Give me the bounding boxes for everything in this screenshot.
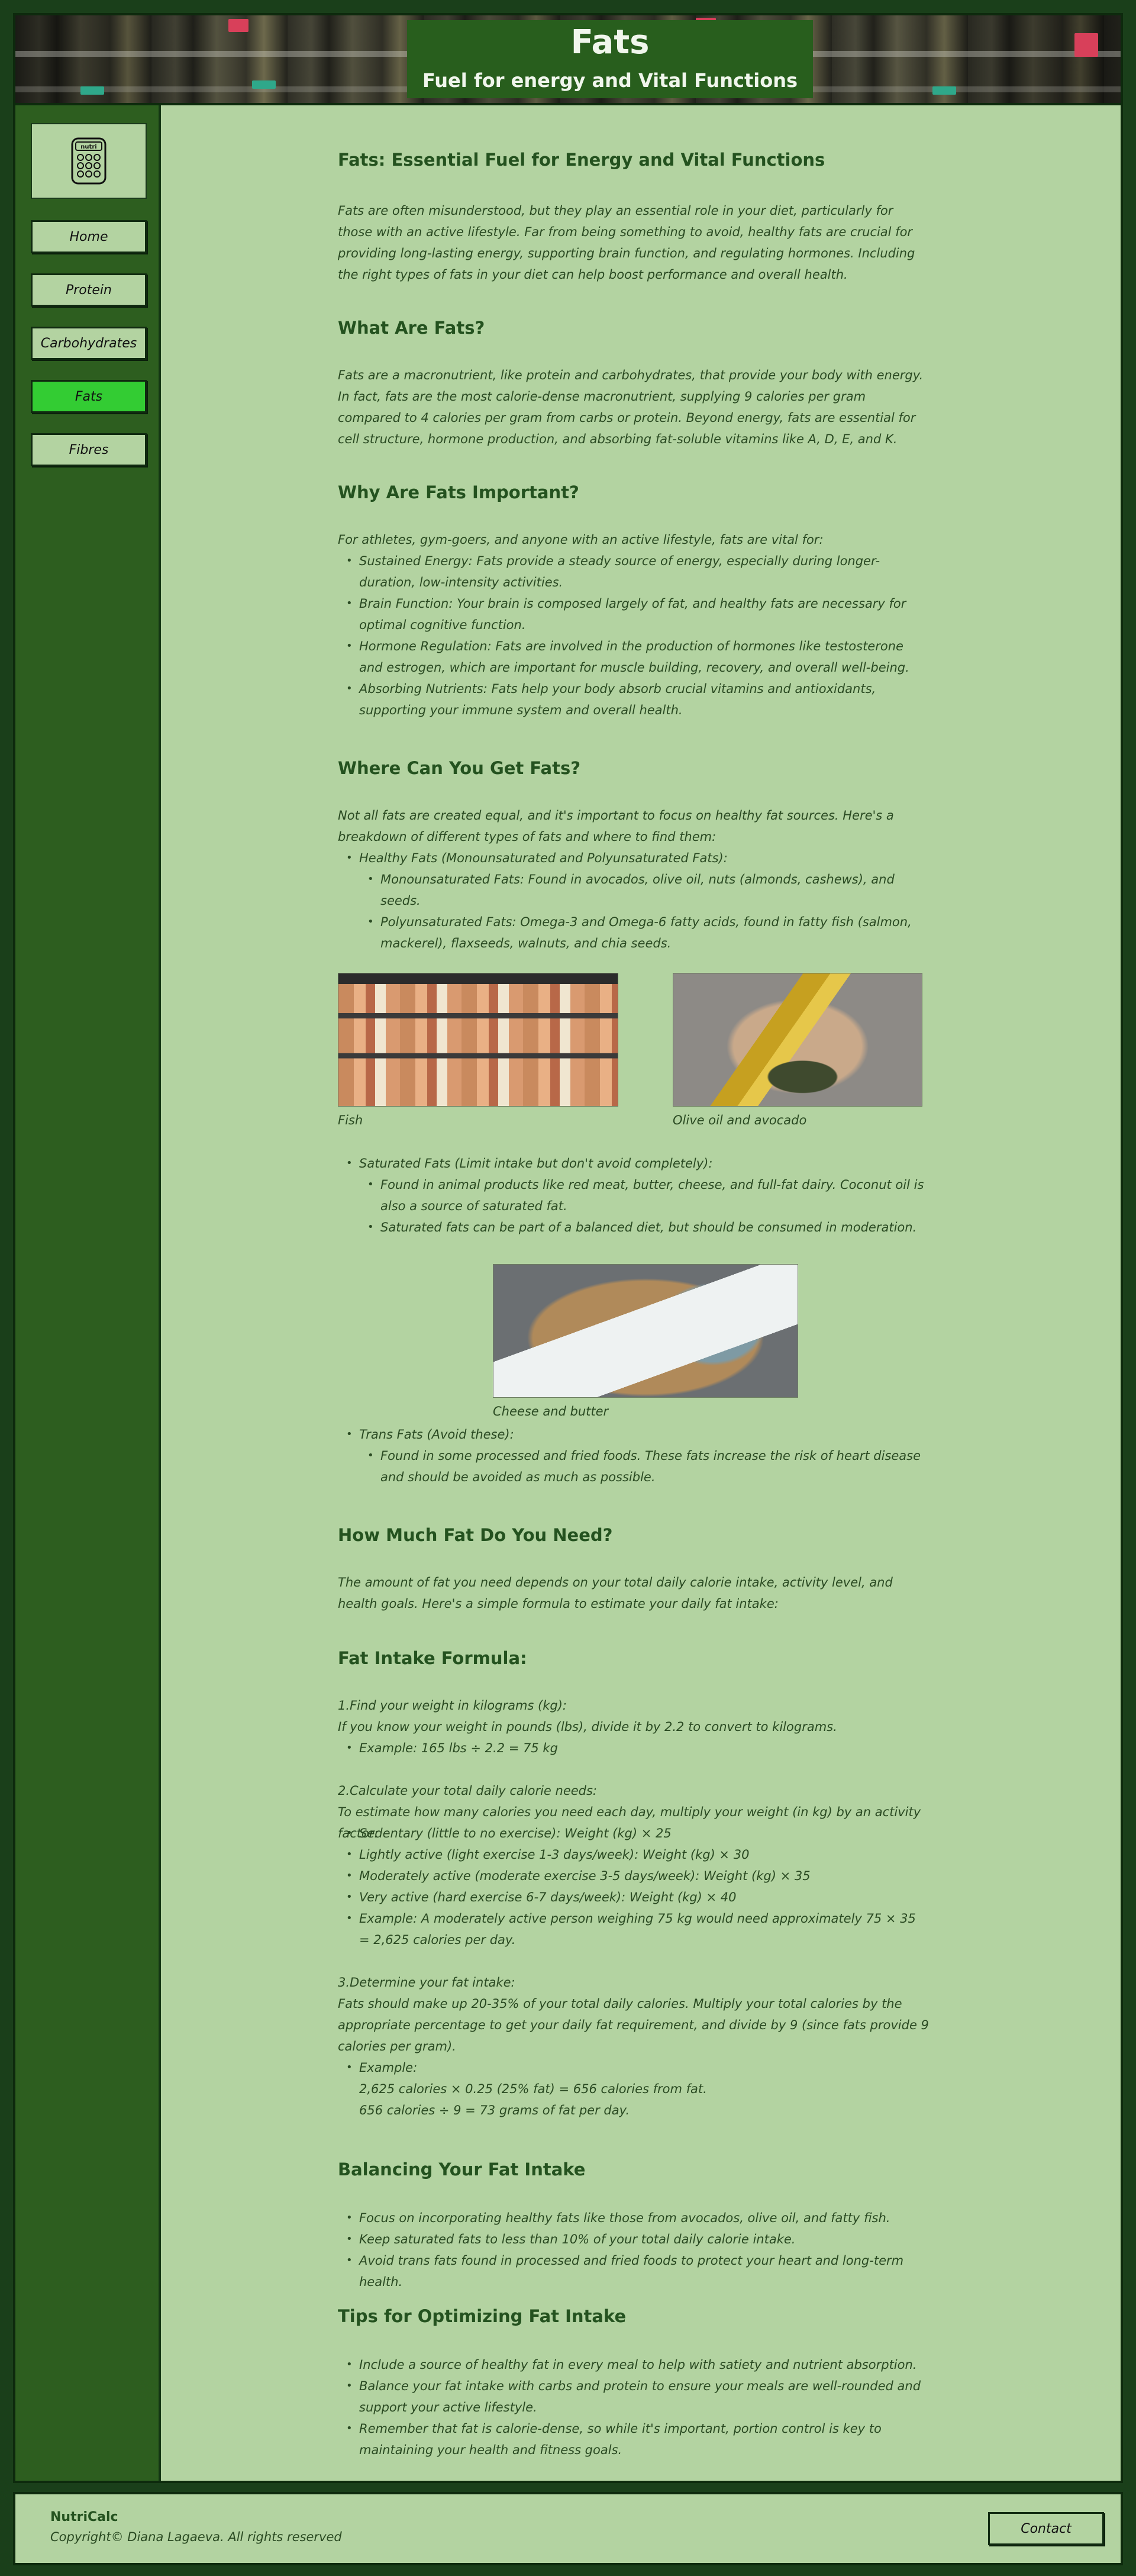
- nav-fats[interactable]: Fats: [31, 380, 147, 413]
- footer-copyright: Copyright© Diana Lagaeva. All rights res…: [50, 2530, 342, 2544]
- balancing-list: Focus on incorporating healthy fats like…: [338, 2207, 930, 2293]
- list-item: Hormone Regulation: Fats are involved in…: [338, 636, 930, 678]
- logo[interactable]: nutri: [31, 123, 147, 199]
- header-banner: Fats Fuel for energy and Vital Functions: [13, 13, 1123, 105]
- step1-list: Example: 165 lbs ÷ 2.2 = 75 kg: [338, 1737, 930, 1759]
- list-item: Focus on incorporating healthy fats like…: [338, 2207, 930, 2229]
- label-decoration: [252, 80, 276, 89]
- intro-paragraph: Fats are often misunderstood, but they p…: [338, 204, 915, 282]
- list-item: Avoid trans fats found in processed and …: [338, 2250, 930, 2293]
- list-item: Example: 2,625 calories × 0.25 (25% fat)…: [338, 2057, 930, 2121]
- list-item: Found in some processed and fried foods.…: [338, 1445, 930, 1488]
- header-title-box: Fats Fuel for energy and Vital Functions: [407, 20, 813, 98]
- section-heading-how-much: How Much Fat Do You Need?: [338, 1525, 613, 1545]
- cheese-caption: Cheese and butter: [493, 1404, 609, 1418]
- list-item: Sedentary (little to no exercise): Weigh…: [338, 1823, 930, 1844]
- trans-fats-list: Trans Fats (Avoid these): Found in some …: [338, 1424, 930, 1488]
- step2-list: Sedentary (little to no exercise): Weigh…: [338, 1823, 930, 1950]
- contact-button[interactable]: Contact: [988, 2512, 1104, 2545]
- what-paragraph: Fats are a macronutrient, like protein a…: [338, 368, 924, 446]
- list-item: Moderately active (moderate exercise 3-5…: [338, 1865, 930, 1887]
- footer-brand: NutriCalc: [50, 2510, 118, 2525]
- page-title: Fats: [570, 23, 650, 62]
- logo-text: nutri: [80, 144, 96, 150]
- main-frame: nutri Home Protein Carbohydrates Fats Fi…: [13, 105, 1123, 2483]
- list-item: Balance your fat intake with carbs and p…: [338, 2375, 930, 2418]
- footer: NutriCalc Copyright© Diana Lagaeva. All …: [13, 2492, 1123, 2565]
- section-heading-formula: Fat Intake Formula:: [338, 1648, 527, 1668]
- section-heading-where: Where Can You Get Fats?: [338, 758, 581, 778]
- section-heading-tips: Tips for Optimizing Fat Intake: [338, 2306, 627, 2326]
- why-lead: For athletes, gym-goers, and anyone with…: [338, 533, 824, 547]
- step3-text: Fats should make up 20-35% of your total…: [338, 1997, 929, 2053]
- list-item: Brain Function: Your brain is composed l…: [338, 593, 930, 636]
- section-heading-what: What Are Fats?: [338, 318, 485, 338]
- fish-image: [338, 973, 618, 1107]
- olive-oil-avocado-image: [673, 973, 922, 1107]
- fish-caption: Fish: [338, 1113, 363, 1127]
- list-item: Example: A moderately active person weig…: [338, 1908, 930, 1950]
- list-item: Include a source of healthy fat in every…: [338, 2354, 930, 2375]
- list-item: Trans Fats (Avoid these):: [338, 1424, 930, 1445]
- where-lead: Not all fats are created equal, and it's…: [338, 808, 894, 844]
- list-item: Healthy Fats (Monounsaturated and Polyun…: [338, 847, 930, 869]
- label-decoration: [932, 86, 956, 95]
- page: Fats Fuel for energy and Vital Functions…: [0, 0, 1136, 2576]
- list-item: Remember that fat is calorie-dense, so w…: [338, 2418, 930, 2461]
- list-item: Monounsaturated Fats: Found in avocados,…: [338, 869, 930, 911]
- how-much-paragraph: The amount of fat you need depends on yo…: [338, 1575, 893, 1611]
- step3-example-line: 2,625 calories × 0.25 (25% fat) = 656 ca…: [359, 2082, 707, 2096]
- list-item: Sustained Energy: Fats provide a steady …: [338, 550, 930, 593]
- step3-example-label: Example:: [359, 2061, 418, 2075]
- section-heading-balancing: Balancing Your Fat Intake: [338, 2159, 586, 2180]
- saturated-fats-list: Saturated Fats (Limit intake but don't a…: [338, 1153, 930, 1238]
- list-item: Keep saturated fats to less than 10% of …: [338, 2229, 930, 2250]
- nav-carbohydrates[interactable]: Carbohydrates: [31, 327, 147, 360]
- article-title: Fats: Essential Fuel for Energy and Vita…: [338, 150, 825, 170]
- step3-list: Example: 2,625 calories × 0.25 (25% fat)…: [338, 2057, 930, 2121]
- nav-fibres[interactable]: Fibres: [31, 433, 147, 466]
- oil-caption: Olive oil and avocado: [673, 1113, 807, 1127]
- list-item: Absorbing Nutrients: Fats help your body…: [338, 678, 930, 721]
- healthy-fats-list: Healthy Fats (Monounsaturated and Polyun…: [338, 847, 930, 954]
- list-item: Saturated fats can be part of a balanced…: [338, 1217, 930, 1238]
- list-item: Example: 165 lbs ÷ 2.2 = 75 kg: [338, 1737, 930, 1759]
- step1-text: If you know your weight in pounds (lbs),…: [338, 1720, 837, 1734]
- list-item: Found in animal products like red meat, …: [338, 1174, 930, 1217]
- price-tag-decoration: [228, 19, 248, 32]
- why-list: Sustained Energy: Fats provide a steady …: [338, 550, 930, 721]
- price-tag-decoration: [1074, 33, 1098, 57]
- list-item: Very active (hard exercise 6-7 days/week…: [338, 1887, 930, 1908]
- tips-list: Include a source of healthy fat in every…: [338, 2354, 930, 2461]
- page-subtitle: Fuel for energy and Vital Functions: [422, 69, 798, 92]
- step2-title: 2.Calculate your total daily calorie nee…: [338, 1784, 598, 1798]
- section-heading-why: Why Are Fats Important?: [338, 482, 579, 502]
- nav-home[interactable]: Home: [31, 220, 147, 253]
- list-item: Polyunsaturated Fats: Omega-3 and Omega-…: [338, 911, 930, 954]
- step3-example-line: 656 calories ÷ 9 = 73 grams of fat per d…: [359, 2103, 630, 2117]
- list-item: Saturated Fats (Limit intake but don't a…: [338, 1153, 930, 1174]
- step1-title: 1.Find your weight in kilograms (kg):: [338, 1698, 567, 1713]
- cheese-butter-image: [493, 1264, 798, 1398]
- label-decoration: [80, 86, 104, 95]
- sidebar: nutri Home Protein Carbohydrates Fats Fi…: [15, 105, 161, 2481]
- nav-protein[interactable]: Protein: [31, 273, 147, 307]
- step3-title: 3.Determine your fat intake:: [338, 1975, 515, 1990]
- list-item: Lightly active (light exercise 1-3 days/…: [338, 1844, 930, 1865]
- calculator-icon: nutri: [71, 137, 106, 185]
